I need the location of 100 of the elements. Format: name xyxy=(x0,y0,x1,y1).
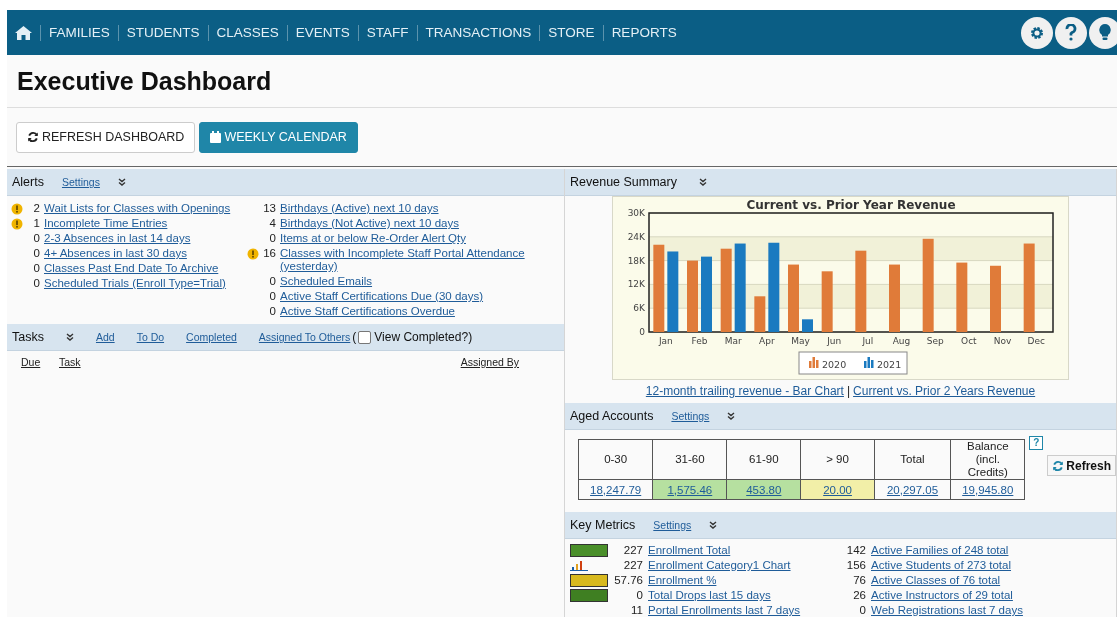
x-tick-label: Aug xyxy=(892,336,911,346)
amount-link[interactable]: 1,575.46 xyxy=(667,483,713,496)
table-header-cell: 0-30 xyxy=(578,439,653,480)
help-button[interactable] xyxy=(1055,16,1087,49)
alert-link[interactable]: Classes with Incomplete Staff Portal Attendance (yesterday) xyxy=(280,247,560,273)
alert-link[interactable]: 4+ Absences in last 30 days xyxy=(44,247,241,260)
alert-link[interactable]: Birthdays (Active) next 10 days xyxy=(280,202,560,215)
refresh-button[interactable]: REFRESH DASHBOARD xyxy=(16,121,196,153)
calendar-button[interactable]: WEEKLY CALENDAR xyxy=(199,121,358,153)
column-header[interactable]: Due xyxy=(21,356,59,368)
amount-link[interactable]: 18,247.79 xyxy=(590,483,642,496)
task-filter-link[interactable]: Add xyxy=(95,331,115,343)
collapse-button[interactable] xyxy=(727,412,736,420)
metric-link[interactable]: Enrollment % xyxy=(648,573,838,587)
table-header-cell: 61-90 xyxy=(726,439,801,480)
metric-link[interactable]: Enrollment Category1 Chart xyxy=(648,558,838,572)
revenue-bar xyxy=(821,271,833,332)
metric-count: 57.76 xyxy=(614,573,644,587)
collapse-button[interactable] xyxy=(117,178,126,186)
y-tick-label: 30K xyxy=(627,208,645,218)
nav-link[interactable]: FAMILIES xyxy=(40,24,118,41)
nav-link[interactable]: TRANSACTIONS xyxy=(416,24,540,41)
alert-count: 13 xyxy=(262,202,277,215)
x-tick-label: Apr xyxy=(759,336,775,346)
chart-link[interactable]: Current vs. Prior 2 Years Revenue xyxy=(853,384,1036,398)
home-icon[interactable] xyxy=(15,25,32,40)
task-filter-link[interactable]: Assigned To Others xyxy=(258,331,351,343)
alert-link[interactable]: Active Staff Certifications Overdue xyxy=(280,305,560,318)
settings-button[interactable] xyxy=(1021,16,1053,49)
revenue-bar xyxy=(956,262,968,332)
panel-title: Revenue Summary xyxy=(570,175,677,189)
x-tick-label: Oct xyxy=(961,336,977,346)
nav-link[interactable]: STORE xyxy=(539,24,603,41)
nav-link[interactable]: CLASSES xyxy=(207,24,287,41)
revenue-bar xyxy=(802,319,813,332)
view-completed-checkbox[interactable] xyxy=(358,330,372,344)
amount-link[interactable]: 20,297.05 xyxy=(886,483,939,496)
bar-chart-icon xyxy=(570,559,588,571)
metric-link[interactable]: Active Students of 273 total xyxy=(871,558,1116,572)
page-title: Executive Dashboard xyxy=(17,66,272,96)
nav-link[interactable]: STUDENTS xyxy=(117,24,208,41)
column-header[interactable]: Task xyxy=(59,356,461,368)
amount-link[interactable]: 453.80 xyxy=(746,483,782,496)
amount-link[interactable]: 19,945.80 xyxy=(962,483,1014,496)
task-filter-link[interactable]: Completed xyxy=(186,331,237,343)
collapse-button[interactable] xyxy=(65,333,74,341)
alert-link[interactable]: 2-3 Absences in last 14 days xyxy=(44,232,241,245)
settings-link[interactable]: Settings xyxy=(671,410,710,422)
metric-link[interactable]: Total Drops last 15 days xyxy=(648,588,838,602)
alert-link[interactable]: Birthdays (Not Active) next 10 days xyxy=(280,217,560,230)
help-button[interactable]: ? xyxy=(1029,436,1044,450)
metric-link[interactable]: Active Classes of 76 total xyxy=(871,573,1116,587)
x-tick-label: Jan xyxy=(658,336,673,346)
nav-link[interactable]: EVENTS xyxy=(286,24,358,41)
refresh-button[interactable]: Refresh xyxy=(1047,455,1116,476)
alert-count: 0 xyxy=(32,247,41,260)
legend-bar-icon xyxy=(864,357,874,368)
alert-count: 16 xyxy=(262,247,277,260)
metric-count: 0 xyxy=(636,588,644,602)
alert-link[interactable]: Scheduled Trials (Enroll Type=Trial) xyxy=(44,277,241,290)
alert-link[interactable]: Active Staff Certifications Due (30 days) xyxy=(280,290,560,303)
metric-link[interactable]: Active Instructors of 29 total xyxy=(871,588,1116,602)
double-chevron-icon xyxy=(65,333,74,341)
settings-link[interactable]: Settings xyxy=(653,519,692,531)
table-header-cell: 31-60 xyxy=(652,439,727,480)
collapse-button[interactable] xyxy=(709,521,718,529)
alert-count: 0 xyxy=(268,275,277,288)
nav-link[interactable]: REPORTS xyxy=(602,24,685,41)
metric-link[interactable]: Portal Enrollments last 7 days xyxy=(648,603,838,617)
alert-link[interactable]: Scheduled Emails xyxy=(280,275,560,288)
tips-button[interactable] xyxy=(1089,16,1117,49)
metric-link[interactable]: Active Families of 248 total xyxy=(871,543,1116,557)
metric-link[interactable]: Web Registrations last 7 days xyxy=(871,603,1116,617)
x-tick-label: Sep xyxy=(926,336,944,346)
x-tick-label: Jul xyxy=(862,336,874,346)
x-tick-label: Feb xyxy=(691,336,708,346)
collapse-button[interactable] xyxy=(699,178,707,186)
settings-link[interactable]: Settings xyxy=(61,176,100,188)
legend-bar-icon xyxy=(809,357,819,368)
chart-title: Current vs. Prior Year Revenue xyxy=(746,198,956,212)
alert-count: 0 xyxy=(32,262,41,275)
column-header[interactable]: Assigned By xyxy=(460,356,519,368)
task-filter-link[interactable]: To Do xyxy=(136,331,165,343)
alert-link[interactable]: Wait Lists for Classes with Openings xyxy=(44,202,241,215)
revenue-bar xyxy=(990,265,1001,332)
alert-count: 2 xyxy=(32,202,41,215)
alert-link[interactable]: Incomplete Time Entries xyxy=(44,217,241,230)
alert-count: 0 xyxy=(268,232,277,245)
metric-count: 142 xyxy=(846,543,867,557)
alert-link[interactable]: Items at or below Re-Order Alert Qty xyxy=(280,232,560,245)
alert-count: 0 xyxy=(268,305,277,318)
amount-link[interactable]: 20.00 xyxy=(823,483,852,496)
metric-count: 227 xyxy=(623,558,644,572)
alert-link[interactable]: Classes Past End Date To Archive xyxy=(44,262,241,275)
y-tick-label: 18K xyxy=(627,255,645,266)
metric-count: 0 xyxy=(859,603,867,617)
chart-link[interactable]: 12-month trailing revenue - Bar Chart xyxy=(645,384,844,398)
nav-link[interactable]: STAFF xyxy=(357,24,417,41)
metric-link[interactable]: Enrollment Total xyxy=(648,543,838,557)
help-icon xyxy=(1065,24,1077,41)
